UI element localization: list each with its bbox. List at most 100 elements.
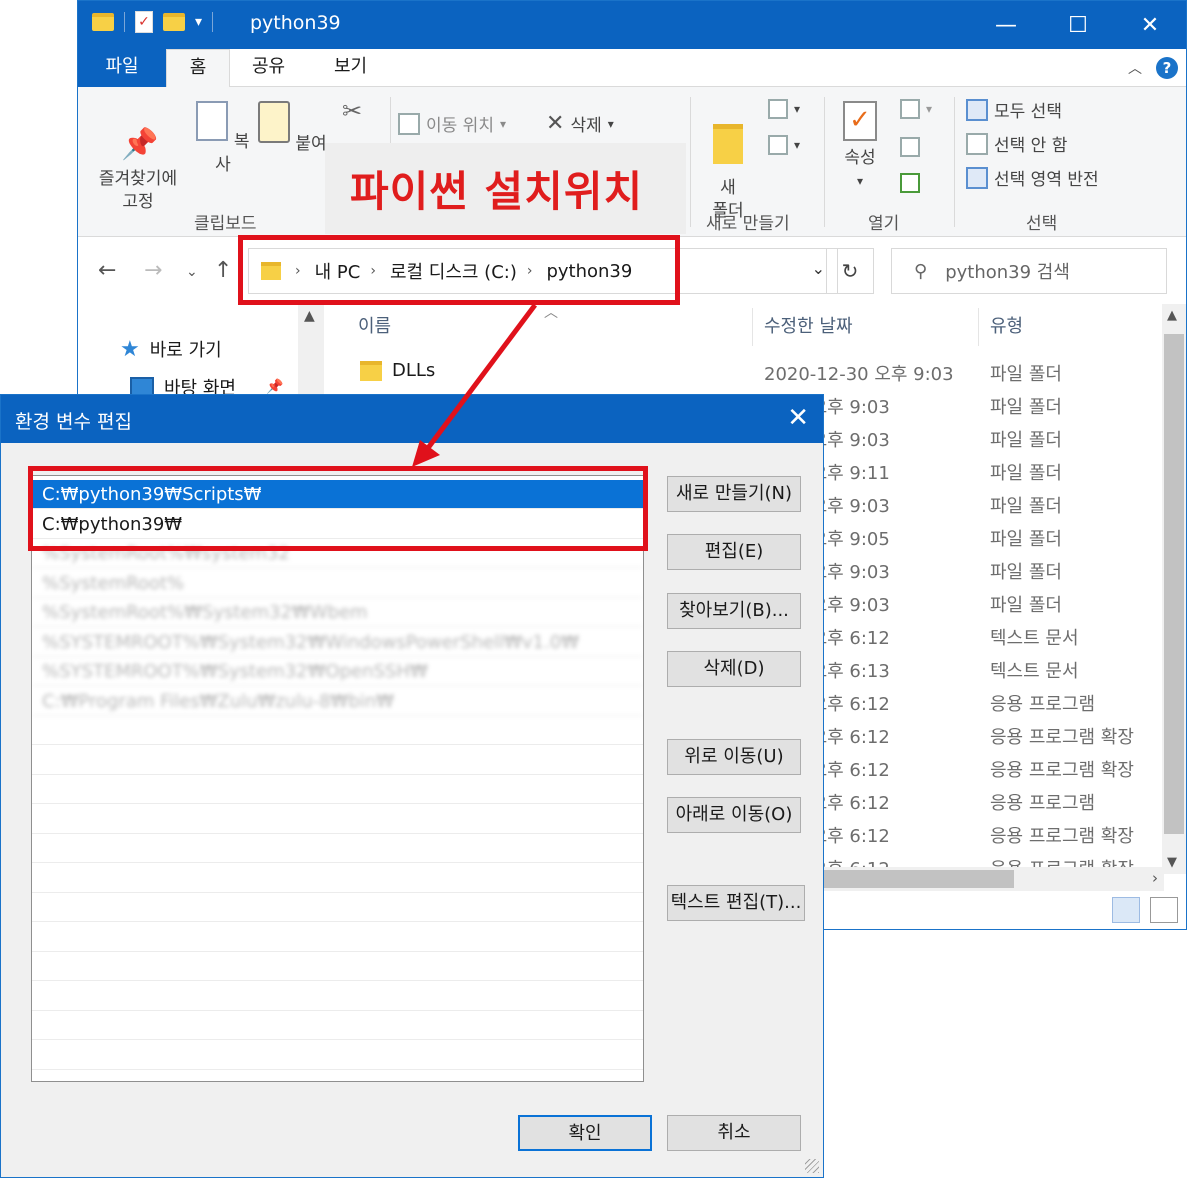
path-entry-row[interactable] (32, 1070, 643, 1081)
path-entry-row[interactable] (32, 893, 643, 922)
properties-button[interactable]: ✓ 속성 ▾ (834, 101, 886, 193)
quick-access-toolbar: ✓ ▾ (92, 11, 214, 33)
properties-check-icon[interactable]: ✓ (135, 11, 153, 33)
path-entry-row[interactable] (32, 952, 643, 981)
path-entries-list[interactable]: C:₩python39₩Scripts₩ C:₩python39₩ %SystemR… (31, 475, 644, 1082)
edit-text-button[interactable]: 텍스트 편집(T)... (667, 885, 805, 921)
paste-button[interactable]: 붙여넣기 (258, 101, 328, 156)
tab-share[interactable]: 공유 (236, 49, 301, 87)
pin-icon: 📌 (265, 379, 284, 395)
dialog-titlebar: 환경 변수 편집 ✕ (1, 395, 823, 443)
collapse-ribbon-icon[interactable]: ︿ (1128, 58, 1142, 78)
delete-entry-button[interactable]: 삭제(D) (667, 651, 801, 687)
maximize-button[interactable]: ☐ (1042, 1, 1114, 49)
chevron-down-icon: ▾ (794, 102, 801, 116)
cancel-button[interactable]: 취소 (667, 1115, 801, 1151)
path-entry-row[interactable]: %SystemRoot% (32, 569, 643, 598)
file-type: 응용 프로그램 확장 (990, 727, 1134, 748)
address-dropdown-icon[interactable]: ⌄ (812, 259, 825, 278)
invert-selection-button[interactable]: 선택 영역 반전 (966, 165, 1099, 190)
group-divider (824, 97, 825, 227)
delete-button[interactable]: ✕ 삭제 ▾ (546, 111, 614, 136)
scroll-up-icon[interactable]: ▲ (1167, 308, 1177, 323)
path-entry-row[interactable] (32, 716, 643, 745)
dialog-title: 환경 변수 편집 (15, 411, 132, 433)
path-entry-row[interactable]: %SYSTEMROOT%₩System32₩OpenSSH₩ (32, 657, 643, 686)
path-entry-row[interactable] (32, 1041, 643, 1070)
scroll-up-icon[interactable]: ▲ (304, 308, 315, 324)
refresh-button[interactable]: ↻ (826, 248, 874, 294)
paste-label: 붙여넣기 (295, 134, 328, 154)
help-icon[interactable]: ? (1156, 57, 1178, 79)
move-to-icon (398, 112, 420, 135)
annotation-path-highlight (28, 466, 648, 551)
edit-entry-button[interactable]: 편집(E) (667, 534, 801, 570)
new-folder-button[interactable]: 새 폴더 (702, 101, 754, 223)
move-up-button[interactable]: 위로 이동(U) (667, 739, 801, 775)
star-icon: ★ (120, 336, 140, 362)
customize-toolbar-icon[interactable]: ▾ (195, 14, 202, 30)
new-item-icon (768, 99, 788, 119)
forward-arrow-icon[interactable]: → (144, 258, 162, 283)
dialog-close-button[interactable]: ✕ (787, 403, 809, 433)
toolbar-divider (212, 12, 214, 32)
chevron-down-icon: ▾ (499, 116, 506, 131)
ok-button[interactable]: 확인 (518, 1115, 652, 1151)
path-entry-row[interactable] (32, 746, 643, 775)
column-divider[interactable] (978, 308, 979, 346)
details-view-icon[interactable] (1112, 897, 1140, 923)
up-arrow-icon[interactable]: ↑ (214, 258, 232, 283)
easy-access-button[interactable]: ▾ (768, 135, 800, 155)
close-button[interactable]: ✕ (1114, 1, 1186, 49)
select-all-button[interactable]: 모두 선택 (966, 97, 1062, 122)
column-header-type[interactable]: 유형 (990, 312, 1023, 338)
path-entry-row[interactable] (32, 864, 643, 893)
open-icon (900, 99, 920, 119)
search-icon: ⚲ (914, 260, 928, 282)
scroll-thumb[interactable] (1164, 334, 1184, 834)
path-entry-row[interactable]: C:₩Program Files₩Zulu₩zulu-8₩bin₩ (32, 687, 643, 716)
large-icons-view-icon[interactable] (1150, 897, 1178, 923)
minimize-button[interactable]: — (970, 1, 1042, 49)
search-box[interactable]: ⚲ python39 검색 (891, 248, 1167, 294)
move-down-button[interactable]: 아래로 이동(O) (667, 797, 801, 833)
resize-grip-icon[interactable] (805, 1159, 819, 1173)
history-button[interactable] (900, 173, 920, 193)
tab-view[interactable]: 보기 (318, 49, 383, 87)
scroll-right-icon[interactable]: › (1152, 869, 1158, 887)
pin-to-quick-access-button[interactable]: 📌 즐겨찾기에 고정 (88, 105, 188, 214)
cut-icon[interactable]: ✂ (342, 97, 362, 125)
path-entry-row[interactable]: %SYSTEMROOT%₩System32₩WindowsPowerShell₩… (32, 628, 643, 657)
new-item-button[interactable]: ▾ (768, 99, 800, 119)
back-arrow-icon[interactable]: ← (98, 258, 116, 283)
nav-quick-access[interactable]: ★ 바로 가기 (120, 336, 222, 362)
scroll-thumb[interactable] (824, 870, 1014, 888)
path-entry-row[interactable] (32, 923, 643, 952)
path-entry-row[interactable] (32, 805, 643, 834)
column-header-name[interactable]: 이름 (358, 312, 391, 338)
path-entry-row[interactable] (32, 775, 643, 804)
new-folder-icon[interactable] (163, 13, 185, 31)
path-entry-row[interactable] (32, 982, 643, 1011)
file-row[interactable]: DLLs 2020-12-30 오후 9:03 파일 폴더 (324, 356, 1164, 389)
edit-button[interactable] (900, 137, 920, 157)
recent-locations-icon[interactable]: ⌄ (186, 264, 198, 280)
tab-home[interactable]: 홈 (166, 49, 230, 88)
select-none-button[interactable]: 선택 안 함 (966, 131, 1067, 156)
file-type: 응용 프로그램 확장 (990, 760, 1134, 781)
chevron-down-icon: ▾ (794, 138, 801, 152)
move-to-button[interactable]: 이동 위치 ▾ (398, 111, 506, 136)
path-entry-row[interactable] (32, 1011, 643, 1040)
open-button[interactable]: ▾ (900, 99, 932, 119)
column-header-date[interactable]: 수정한 날짜 (764, 312, 853, 338)
path-entry-row[interactable]: %SystemRoot%₩System32₩Wbem (32, 598, 643, 627)
path-entry-row[interactable] (32, 834, 643, 863)
tab-file[interactable]: 파일 (78, 49, 166, 87)
browse-button[interactable]: 찾아보기(B)... (667, 593, 801, 629)
copy-button[interactable]: 복사 (196, 101, 250, 177)
file-list-vertical-scrollbar[interactable]: ▲ ▼ (1162, 304, 1186, 874)
new-entry-button[interactable]: 새로 만들기(N) (667, 476, 801, 512)
sort-ascending-icon: ︿ (544, 305, 558, 321)
scroll-down-icon[interactable]: ▼ (1167, 855, 1177, 870)
column-divider[interactable] (752, 308, 753, 346)
